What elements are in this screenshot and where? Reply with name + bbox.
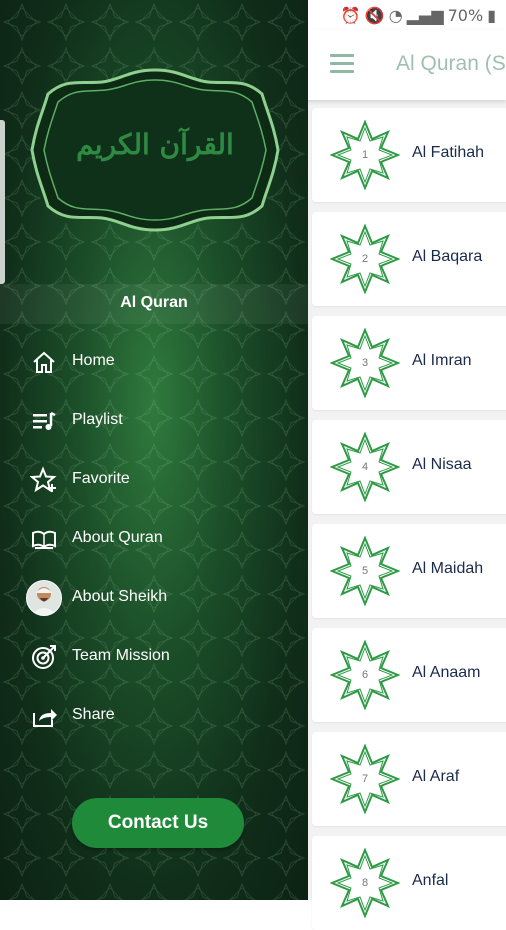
list-item[interactable]: 1 Al Fatihah [312,108,506,202]
menu-label: About Quran [72,529,163,546]
drawer-edge-handle[interactable] [0,120,5,284]
surah-name: Al Araf [412,768,460,785]
list-item[interactable]: 3 Al Imran [312,316,506,410]
signal-icon: ▂▄▆ [406,6,444,25]
surah-number: 5 [361,565,369,577]
surah-number: 7 [361,773,369,785]
list-item[interactable]: 2 Al Baqara [312,212,506,306]
menu-label: Share [72,706,115,723]
list-item[interactable]: 6 Al Anaam [312,628,506,722]
menu-item-share[interactable]: Share [26,696,286,736]
list-item[interactable]: 7 Al Araf [312,732,506,826]
menu-hamburger-icon[interactable] [330,54,354,74]
surah-name: Al Fatihah [412,144,485,161]
menu-item-team-mission[interactable]: Team Mission [26,637,286,677]
page-title: Al Quran (S [396,52,506,75]
battery-percent: 70% [447,6,484,25]
quran-book-icon [30,525,58,553]
surah-name: Al Imran [412,352,472,369]
menu-item-home[interactable]: Home [26,342,286,382]
navigation-drawer: القرآن الكريم Al Quran Home Playlist Fav… [0,0,308,900]
menu-item-favorite[interactable]: Favorite [26,460,286,500]
menu-label: Playlist [72,411,123,428]
contact-us-button[interactable]: Contact Us [72,798,244,848]
status-icons: ⏰ 🔇 ◔ ▂▄▆ 70% ▮ [341,6,496,25]
surah-name: Anfal [412,872,449,889]
alarm-icon: ⏰ [340,6,361,25]
share-icon [30,702,58,730]
surah-name: Al Maidah [412,560,484,577]
app-name-band: Al Quran [0,284,308,324]
surah-number: 8 [361,877,369,889]
favorite-star-icon [30,466,58,494]
wifi-icon: ◔ [388,6,403,25]
list-item[interactable]: 5 Al Maidah [312,524,506,618]
surah-number: 4 [361,461,369,473]
list-item[interactable]: 8 Anfal [312,836,506,930]
surah-name: Al Anaam [412,664,481,681]
list-item[interactable]: 4 Al Nisaa [312,420,506,514]
menu-label: Favorite [72,470,130,487]
target-icon [30,643,58,671]
menu-item-about-sheikh[interactable]: About Sheikh [26,578,286,618]
battery-icon: ▮ [487,6,496,25]
menu-label: About Sheikh [72,588,168,605]
surah-name: Al Nisaa [412,456,472,473]
surah-number: 3 [361,357,369,369]
surah-number: 1 [361,149,369,161]
mute-icon: 🔇 [364,6,385,25]
sheikh-avatar [26,580,62,616]
menu-label: Home [72,352,115,369]
playlist-icon [30,407,58,435]
menu-item-playlist[interactable]: Playlist [26,401,286,441]
menu-item-about-quran[interactable]: About Quran [26,519,286,559]
drawer-app-name: Al Quran [120,294,188,311]
surah-name: Al Baqara [412,248,483,265]
menu-label: Team Mission [72,647,170,664]
surah-number: 6 [361,669,369,681]
surah-number: 2 [361,253,369,265]
home-icon [30,348,58,376]
banner-arabic-title: القرآن الكريم [76,128,234,161]
